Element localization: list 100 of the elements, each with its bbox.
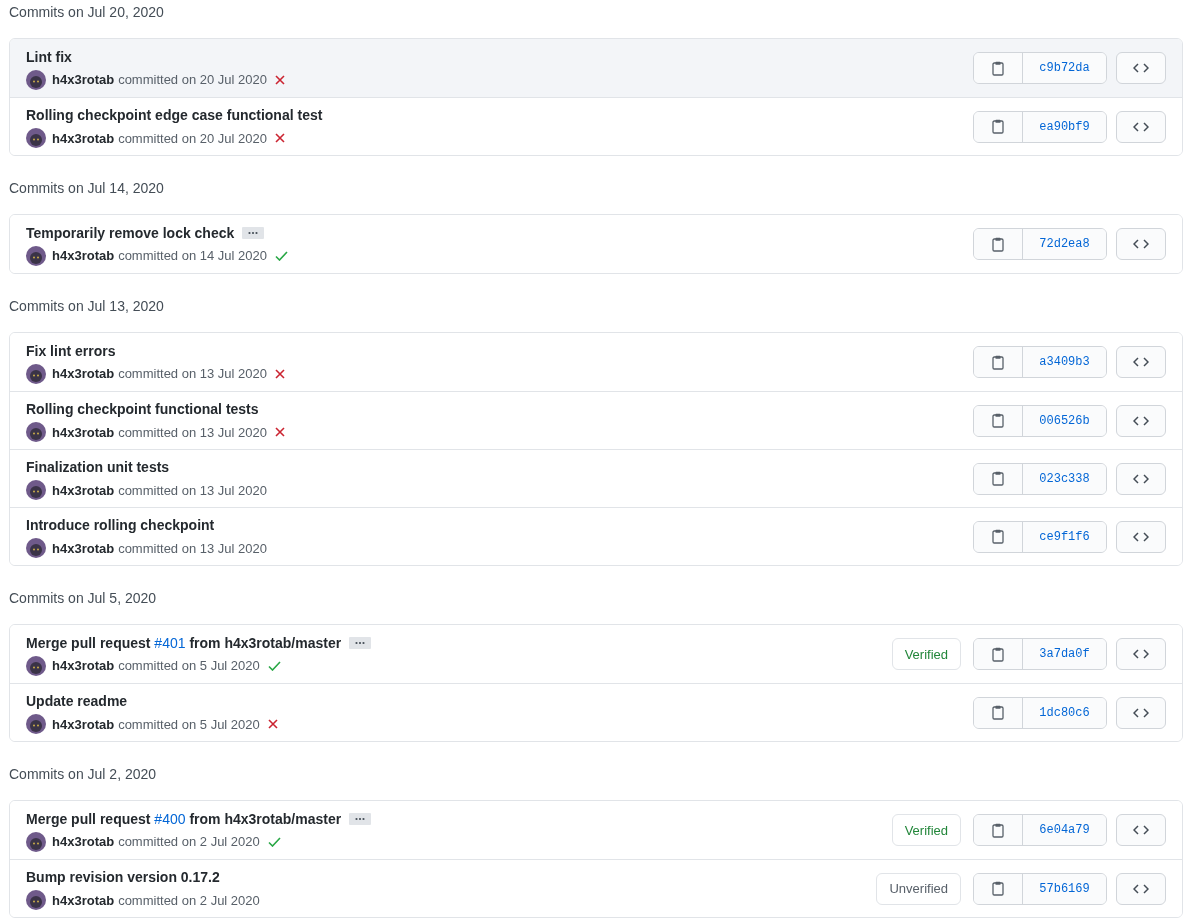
author-name[interactable]: h4x3rotab	[52, 540, 115, 556]
commit-date: committed on 2 Jul 2020	[118, 892, 260, 908]
date-heading: Commits on Jul 20, 2020	[9, 3, 165, 22]
browse-code-button[interactable]	[1116, 696, 1166, 729]
commit-date: committed on 13 Jul 2020	[118, 424, 267, 440]
commit-title[interactable]: Lint fix	[26, 48, 72, 65]
clipboard-icon	[992, 471, 1004, 486]
cross-icon[interactable]	[267, 719, 278, 729]
browse-code-button[interactable]	[1116, 52, 1166, 84]
code-icon	[1133, 239, 1149, 249]
code-icon	[1133, 649, 1149, 659]
avatar-icon	[26, 245, 46, 266]
commit-date: committed on 20 Jul 2020	[118, 130, 267, 146]
commit-date: committed on 13 Jul 2020	[118, 540, 267, 556]
cross-icon[interactable]	[275, 427, 285, 437]
pull-request-link[interactable]: #400	[154, 810, 186, 827]
ellipsis-button[interactable]	[349, 636, 372, 649]
copy-button[interactable]	[974, 53, 1023, 83]
commit-title[interactable]: Rolling checkpoint functional tests	[26, 401, 259, 417]
clipboard-icon	[992, 881, 1004, 896]
copy-button[interactable]	[974, 873, 1023, 904]
copy-button[interactable]	[974, 815, 1023, 845]
verification-badge[interactable]: Verified	[891, 638, 961, 670]
ellipsis-button[interactable]	[349, 812, 372, 825]
commit-title[interactable]: Introduce rolling checkpoint	[26, 517, 215, 533]
copy-button[interactable]	[974, 229, 1023, 259]
ellipsis-icon	[355, 640, 366, 645]
author-name[interactable]: h4x3rotab	[52, 716, 115, 732]
ellipsis-icon	[355, 816, 366, 821]
browse-code-button[interactable]	[1116, 638, 1166, 670]
avatar-icon	[26, 714, 46, 734]
author-name[interactable]: h4x3rotab	[52, 72, 115, 87]
copy-button[interactable]	[974, 111, 1023, 142]
browse-code-button[interactable]	[1116, 520, 1166, 553]
commit-date: committed on 14 Jul 2020	[118, 248, 267, 263]
code-icon	[1133, 121, 1149, 132]
avatar-icon	[26, 128, 46, 148]
copy-button[interactable]	[974, 639, 1023, 669]
check-icon[interactable]	[267, 836, 281, 847]
commit-title[interactable]: Rolling checkpoint edge case functional test	[26, 107, 323, 123]
cross-icon[interactable]	[275, 368, 285, 379]
clipboard-icon	[992, 236, 1004, 252]
commit-title[interactable]: Fix lint errors	[26, 342, 116, 359]
commit-date: committed on 20 Jul 2020	[118, 72, 267, 87]
browse-code-button[interactable]	[1116, 346, 1166, 378]
author-name[interactable]: h4x3rotab	[52, 482, 115, 498]
date-heading: Commits on Jul 5, 2020	[9, 589, 158, 608]
cross-icon[interactable]	[275, 74, 285, 85]
verification-badge[interactable]: Unverified	[876, 872, 961, 905]
copy-button[interactable]	[974, 405, 1023, 436]
date-heading: Commits on Jul 13, 2020	[9, 297, 165, 316]
ellipsis-icon	[248, 230, 259, 235]
code-icon	[1133, 825, 1149, 835]
copy-button[interactable]	[974, 347, 1023, 377]
author-name[interactable]: h4x3rotab	[52, 130, 115, 146]
commit-title[interactable]: Finalization unit tests	[26, 459, 170, 475]
author-name[interactable]: h4x3rotab	[52, 424, 115, 440]
avatar-icon	[26, 538, 46, 558]
author-name[interactable]: h4x3rotab	[52, 892, 115, 908]
browse-code-button[interactable]	[1116, 110, 1166, 143]
cross-icon[interactable]	[275, 133, 285, 143]
ellipsis-button[interactable]	[242, 226, 265, 239]
code-icon	[1133, 473, 1149, 484]
date-heading: Commits on Jul 14, 2020	[9, 179, 165, 198]
clipboard-icon	[992, 119, 1004, 134]
avatar-icon	[26, 831, 46, 852]
code-icon	[1133, 63, 1149, 73]
browse-code-button[interactable]	[1116, 814, 1166, 846]
browse-code-button[interactable]	[1116, 462, 1166, 495]
browse-code-button[interactable]	[1116, 872, 1166, 905]
commit-title[interactable]: Merge pull request #401 from h4x3rotab/master	[26, 634, 342, 651]
commit-date: committed on 5 Jul 2020	[118, 658, 260, 673]
avatar-icon	[26, 69, 46, 90]
avatar-icon	[26, 655, 46, 676]
code-icon	[1133, 415, 1149, 426]
commit-date: committed on 13 Jul 2020	[118, 366, 267, 381]
commit-title[interactable]: Merge pull request #400 from h4x3rotab/master	[26, 810, 342, 827]
check-icon[interactable]	[267, 660, 281, 671]
clipboard-icon	[992, 413, 1004, 428]
code-icon	[1133, 357, 1149, 367]
clipboard-icon	[992, 529, 1004, 544]
copy-button[interactable]	[974, 463, 1023, 494]
author-name[interactable]: h4x3rotab	[52, 658, 115, 673]
clipboard-icon	[992, 60, 1004, 76]
clipboard-icon	[992, 354, 1004, 370]
author-name[interactable]: h4x3rotab	[52, 366, 115, 381]
commit-title[interactable]: Bump revision version 0.17.2	[26, 869, 220, 885]
clipboard-icon	[992, 822, 1004, 838]
browse-code-button[interactable]	[1116, 404, 1166, 437]
check-icon[interactable]	[275, 250, 288, 261]
copy-button[interactable]	[974, 697, 1023, 728]
commit-title[interactable]: Update readme	[26, 693, 128, 709]
author-name[interactable]: h4x3rotab	[52, 834, 115, 849]
copy-button[interactable]	[974, 521, 1023, 552]
author-name[interactable]: h4x3rotab	[52, 248, 115, 263]
browse-code-button[interactable]	[1116, 228, 1166, 260]
pull-request-link[interactable]: #401	[154, 634, 186, 651]
avatar-icon	[26, 890, 46, 910]
commit-title[interactable]: Temporarily remove lock check	[26, 224, 235, 241]
verification-badge[interactable]: Verified	[891, 814, 961, 846]
